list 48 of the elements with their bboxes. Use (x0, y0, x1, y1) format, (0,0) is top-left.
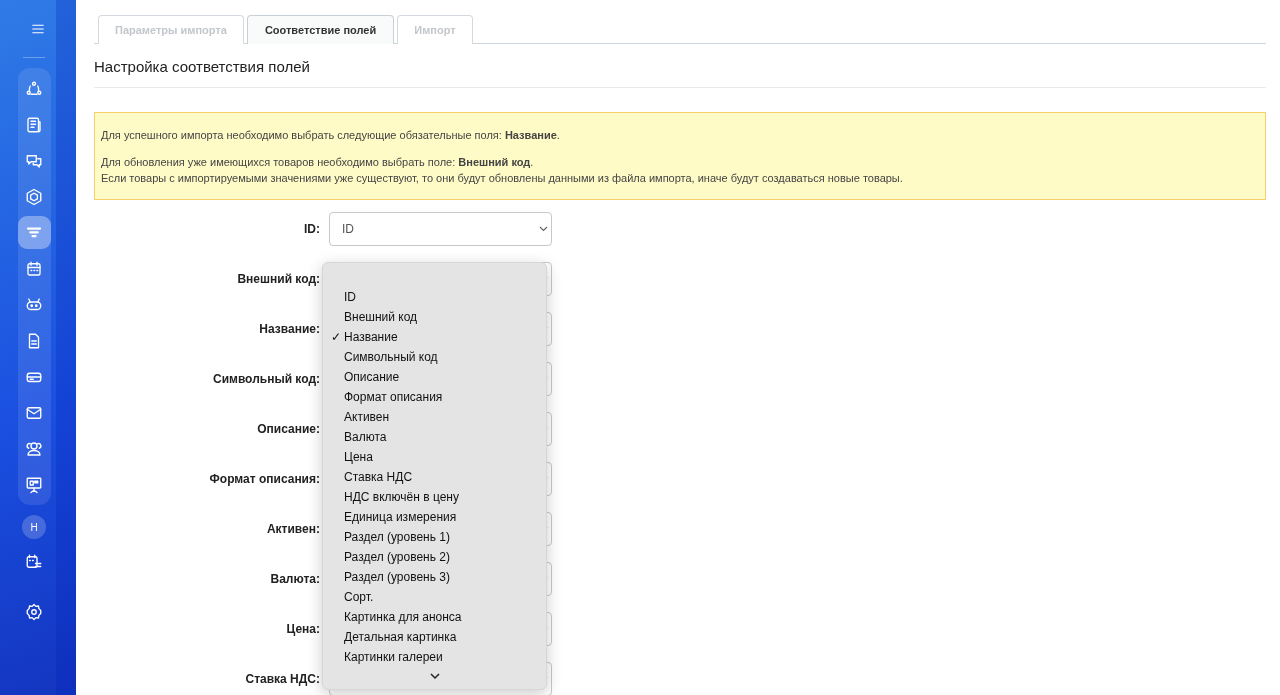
scroll-down-icon[interactable] (429, 673, 440, 680)
dropdown-option[interactable]: Раздел (уровень 3) (323, 567, 546, 587)
calendar-icon (25, 259, 43, 278)
dropdown-option[interactable]: Валюта (323, 427, 546, 447)
field-label: Ставка НДС: (244, 670, 321, 688)
dropdown-option[interactable]: Активен (323, 407, 546, 427)
page-heading: Настройка соответствия полей (94, 55, 1266, 88)
users-icon (25, 439, 43, 458)
dropdown-option[interactable]: ID (323, 287, 546, 307)
gear-icon (25, 602, 43, 621)
select-field[interactable]: ID (329, 211, 552, 246)
hexagon-icon (25, 187, 43, 206)
dropdown-option[interactable]: Раздел (уровень 1) (323, 527, 546, 547)
field-label: Название: (258, 320, 321, 338)
tab[interactable]: Соответствие полей (246, 15, 395, 44)
dropdown-option[interactable]: Картинки галереи (323, 647, 546, 667)
news-icon (25, 115, 43, 134)
check-mark: ✓ (331, 329, 342, 346)
sidebar-item[interactable] (17, 216, 51, 249)
dropdown-option[interactable]: Детальная картинка (323, 627, 546, 647)
dropdown-option[interactable]: Ставка НДС (323, 467, 546, 487)
dropdown-option[interactable]: Символьный код (323, 347, 546, 367)
alert-text: Для обновления уже имеющихся товаров необходимо выбрать поле: Внешний код. (101, 154, 535, 170)
alert-text: Для успешного импорта необходимо выбрать следующие обязательные поля: Название. (101, 128, 561, 143)
dropdown-option[interactable]: НДС включён в цену (323, 487, 546, 507)
field-label: ID: (303, 220, 321, 238)
dropdown-option[interactable]: Сорт. (323, 587, 546, 607)
field-label: Символьный код: (212, 370, 321, 388)
field-label: Описание: (256, 420, 321, 438)
avatar[interactable]: Н (22, 515, 46, 539)
share-icon (25, 79, 43, 98)
dropdown-option[interactable]: Описание (323, 367, 546, 387)
presentation-icon (25, 475, 43, 494)
dropdown-option[interactable]: ✓ Название (323, 327, 546, 347)
field-label: Активен: (265, 520, 321, 538)
chevron-icon (539, 225, 548, 232)
field-label: Валюта: (269, 570, 321, 588)
dropdown-option[interactable]: Цена (323, 447, 546, 467)
dropdown-option[interactable]: Формат описания (323, 387, 546, 407)
dropdown-option[interactable]: Картинка для анонса (323, 607, 546, 627)
field-label: Цена: (285, 620, 321, 638)
field-label: Формат описания: (208, 470, 321, 488)
calendar-list-icon (25, 552, 43, 571)
field-label: Внешний код: (236, 270, 321, 288)
dropdown-option[interactable]: Единица измерения (323, 507, 546, 527)
dropdown-option[interactable]: Раздел (уровень 2) (323, 547, 546, 567)
alert-text: Если товары с импортируемыми значениями уже существуют, то они будут обновлены данными из файла импорта, иначе будут создаваться новые товары. (101, 171, 904, 186)
dropdown-option[interactable]: Внешний код (323, 307, 546, 327)
